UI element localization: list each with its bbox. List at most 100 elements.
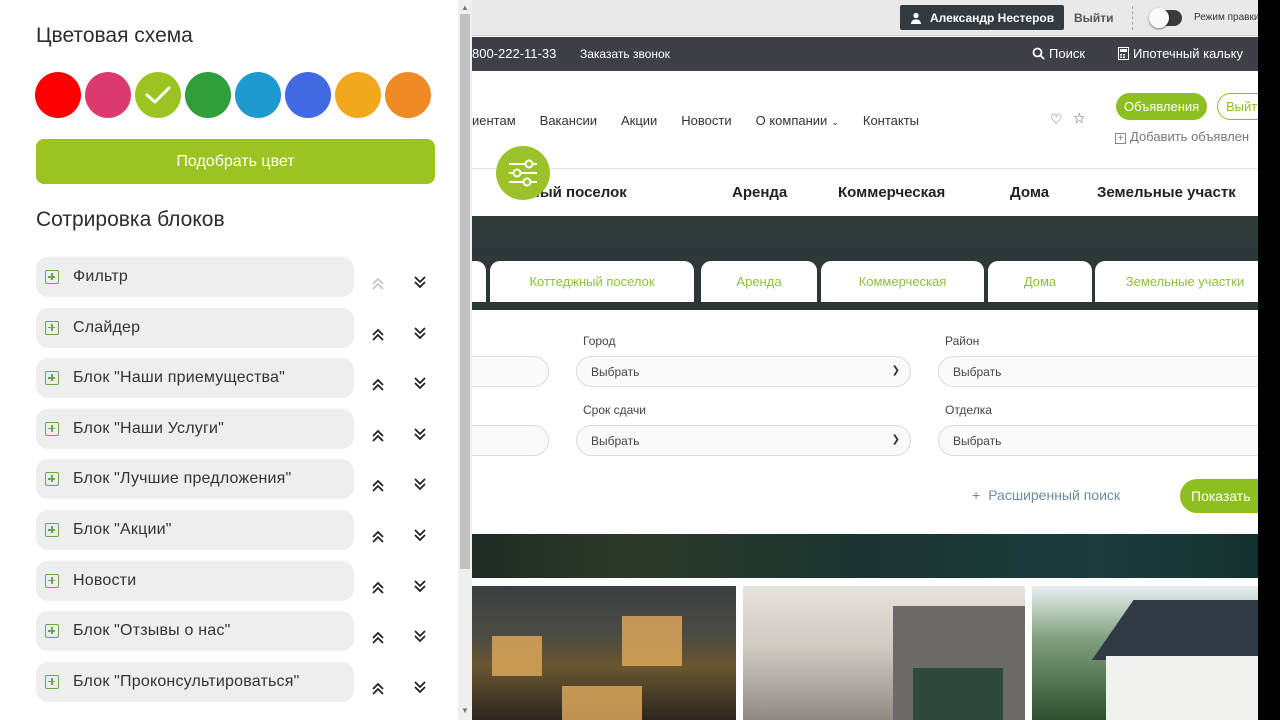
scroll-down-arrow[interactable]: ▼ xyxy=(461,706,469,715)
block-sort-item[interactable]: Блок "Проконсультироваться" xyxy=(36,661,354,702)
tab-rent[interactable]: Аренда xyxy=(701,261,817,302)
color-swatch[interactable] xyxy=(35,72,81,118)
expand-plus-icon[interactable] xyxy=(45,624,59,639)
expand-plus-icon[interactable] xyxy=(45,371,59,386)
block-sort-item[interactable]: Блок "Наши приемущества" xyxy=(36,358,354,399)
sliders-icon xyxy=(509,159,537,187)
edit-mode-toggle[interactable] xyxy=(1149,8,1182,28)
divider xyxy=(1132,6,1133,30)
deadline-select[interactable]: Выбрать ❯ xyxy=(576,425,911,456)
scrollbar-thumb[interactable] xyxy=(460,14,470,569)
category-land[interactable]: Земельные участк xyxy=(1097,184,1236,201)
district-select[interactable]: Выбрать xyxy=(938,356,1258,387)
logout-link[interactable]: Выйти xyxy=(1074,11,1114,25)
category-commercial[interactable]: Коммерческая xyxy=(838,184,945,201)
expand-plus-icon[interactable] xyxy=(45,472,59,487)
settings-sliders-button[interactable] xyxy=(496,146,550,200)
move-up-icon xyxy=(368,274,388,294)
move-up-icon[interactable] xyxy=(368,527,388,547)
callback-link[interactable]: Заказать звонок xyxy=(580,47,670,61)
nav-item-about[interactable]: О компании ⌄ xyxy=(756,113,839,128)
move-down-icon[interactable] xyxy=(410,474,430,494)
tab-partial[interactable] xyxy=(472,261,486,302)
move-up-icon[interactable] xyxy=(368,375,388,395)
move-down-icon[interactable] xyxy=(410,677,430,697)
partial-select-1[interactable] xyxy=(472,356,549,387)
house-shape xyxy=(1106,656,1258,720)
search-label: Поиск xyxy=(1049,46,1086,61)
show-button[interactable]: Показать xyxy=(1180,479,1258,513)
block-sort-item[interactable]: Блок "Акции" xyxy=(36,510,354,550)
move-down-icon[interactable] xyxy=(410,323,430,343)
block-sort-item[interactable]: Блок "Отзывы о нас" xyxy=(36,611,354,652)
advanced-search-link[interactable]: + Расширенный поиск xyxy=(972,487,1120,503)
block-sort-item[interactable]: Новости xyxy=(36,560,354,601)
main-nav: иентам Вакансии Акции Новости О компании… xyxy=(472,113,943,128)
move-up-icon[interactable] xyxy=(368,679,388,699)
move-up-icon[interactable] xyxy=(368,476,388,496)
block-sort-title: Сотрировка блоков xyxy=(36,208,225,231)
tab-cottage[interactable]: Коттеджный поселок xyxy=(490,261,694,302)
chevron-down-icon: ⌄ xyxy=(831,117,839,127)
property-image-2[interactable] xyxy=(743,586,1025,720)
user-button[interactable]: Александр Нестеров xyxy=(900,5,1065,30)
color-swatch[interactable] xyxy=(285,72,331,118)
property-image-1[interactable] xyxy=(472,586,736,720)
ads-button[interactable]: Объявления xyxy=(1116,93,1208,120)
nav-item-vacancies[interactable]: Вакансии xyxy=(540,113,597,128)
district-label: Район xyxy=(945,334,980,348)
finishing-select[interactable]: Выбрать xyxy=(938,425,1258,456)
scroll-up-arrow[interactable]: ▲ xyxy=(461,3,469,12)
nav-item-news[interactable]: Новости xyxy=(681,113,731,128)
expand-plus-icon[interactable] xyxy=(45,421,59,436)
star-icon[interactable]: ☆ xyxy=(1073,110,1086,127)
partial-select-2[interactable] xyxy=(472,425,549,456)
color-swatch[interactable] xyxy=(385,72,431,118)
expand-plus-icon[interactable] xyxy=(45,523,59,537)
calculator-label: Ипотечный кальку xyxy=(1133,46,1243,61)
color-swatch[interactable] xyxy=(85,72,131,118)
move-down-icon[interactable] xyxy=(410,626,430,646)
tab-houses[interactable]: Дома xyxy=(988,261,1092,302)
move-down-icon[interactable] xyxy=(410,373,430,393)
expand-plus-icon[interactable] xyxy=(45,270,59,284)
color-swatch[interactable] xyxy=(185,72,231,118)
category-houses[interactable]: Дома xyxy=(1010,184,1049,201)
finishing-label: Отделка xyxy=(945,403,992,417)
move-up-icon[interactable] xyxy=(368,578,388,598)
nav-item-clients[interactable]: иентам xyxy=(472,113,516,128)
logout-ads-button[interactable]: Выйт xyxy=(1217,93,1258,120)
color-swatch[interactable] xyxy=(335,72,381,118)
mortgage-calculator-link[interactable]: Ипотечный кальку xyxy=(1118,46,1243,61)
city-select[interactable]: Выбрать ❯ xyxy=(576,356,911,387)
property-image-3[interactable] xyxy=(1032,586,1258,720)
add-ad-link[interactable]: + Добавить объявлен xyxy=(1115,129,1249,144)
move-up-icon[interactable] xyxy=(368,628,388,648)
block-sort-item[interactable]: Фильтр xyxy=(36,257,354,297)
expand-plus-icon[interactable] xyxy=(45,573,59,588)
pick-color-button[interactable]: Подобрать цвет xyxy=(36,139,435,184)
nav-item-contacts[interactable]: Контакты xyxy=(863,113,919,128)
panel-scrollbar[interactable]: ▲ ▼ xyxy=(458,0,472,720)
move-up-icon[interactable] xyxy=(368,426,388,446)
expand-plus-icon[interactable] xyxy=(45,674,59,689)
move-up-icon[interactable] xyxy=(368,325,388,345)
move-down-icon[interactable] xyxy=(410,272,430,292)
move-down-icon[interactable] xyxy=(410,424,430,444)
block-sort-item[interactable]: Слайдер xyxy=(36,307,354,348)
expand-plus-icon[interactable] xyxy=(45,320,59,335)
move-down-icon[interactable] xyxy=(410,576,430,596)
nav-item-promotions[interactable]: Акции xyxy=(621,113,657,128)
tab-commercial[interactable]: Коммерческая xyxy=(821,261,984,302)
search-link[interactable]: Поиск xyxy=(1032,46,1085,61)
tab-land[interactable]: Земельные участки xyxy=(1095,261,1258,302)
phone-number[interactable]: 800-222-11-33 xyxy=(472,46,556,61)
move-down-icon[interactable] xyxy=(410,525,430,545)
color-swatch[interactable] xyxy=(135,72,181,118)
block-sort-item[interactable]: Блок "Наши Услуги" xyxy=(36,408,354,449)
checkmark-icon xyxy=(145,86,171,104)
heart-icon[interactable]: ♡ xyxy=(1050,111,1063,128)
color-swatch[interactable] xyxy=(235,72,281,118)
block-sort-item[interactable]: Блок "Лучшие предложения" xyxy=(36,459,354,500)
category-rent[interactable]: Аренда xyxy=(732,184,787,201)
